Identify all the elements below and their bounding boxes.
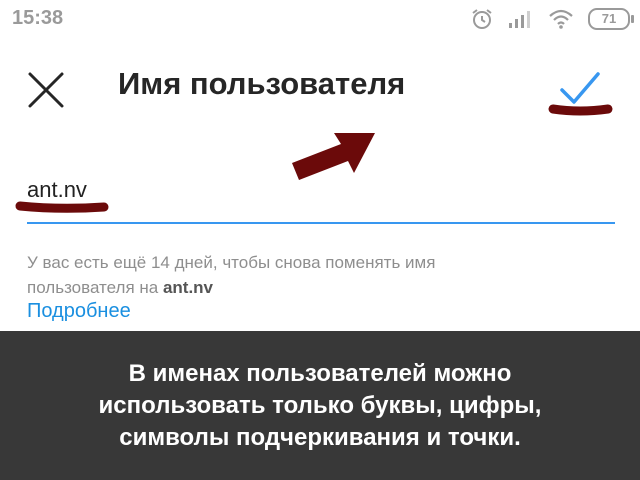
wifi-icon [549,9,573,29]
close-icon[interactable] [24,68,68,112]
username-input[interactable] [27,172,615,224]
username-helper-text: У вас есть ещё 14 дней, чтобы снова поме… [27,250,547,300]
page-title: Имя пользователя [118,66,406,101]
helper-text-username: ant.nv [162,278,214,297]
top-bar: Имя пользователя [0,52,640,122]
status-time: 15:38 [12,7,64,29]
helper-text-prefix: У вас есть ещё 14 дней, чтобы снова поме… [27,253,436,297]
learn-more-link[interactable]: Подробнее [27,300,131,323]
caption-banner: В именах пользователей можно использоват… [0,331,640,480]
battery-icon: 71 [588,8,634,30]
alarm-icon [472,9,492,29]
status-icons: 71 [470,5,634,33]
status-bar: 15:38 71 [0,0,640,40]
signal-icon [509,11,530,28]
battery-level: 71 [601,11,617,26]
caption-text: В именах пользователей можно использоват… [98,359,542,451]
checkmark-icon[interactable] [548,64,612,124]
